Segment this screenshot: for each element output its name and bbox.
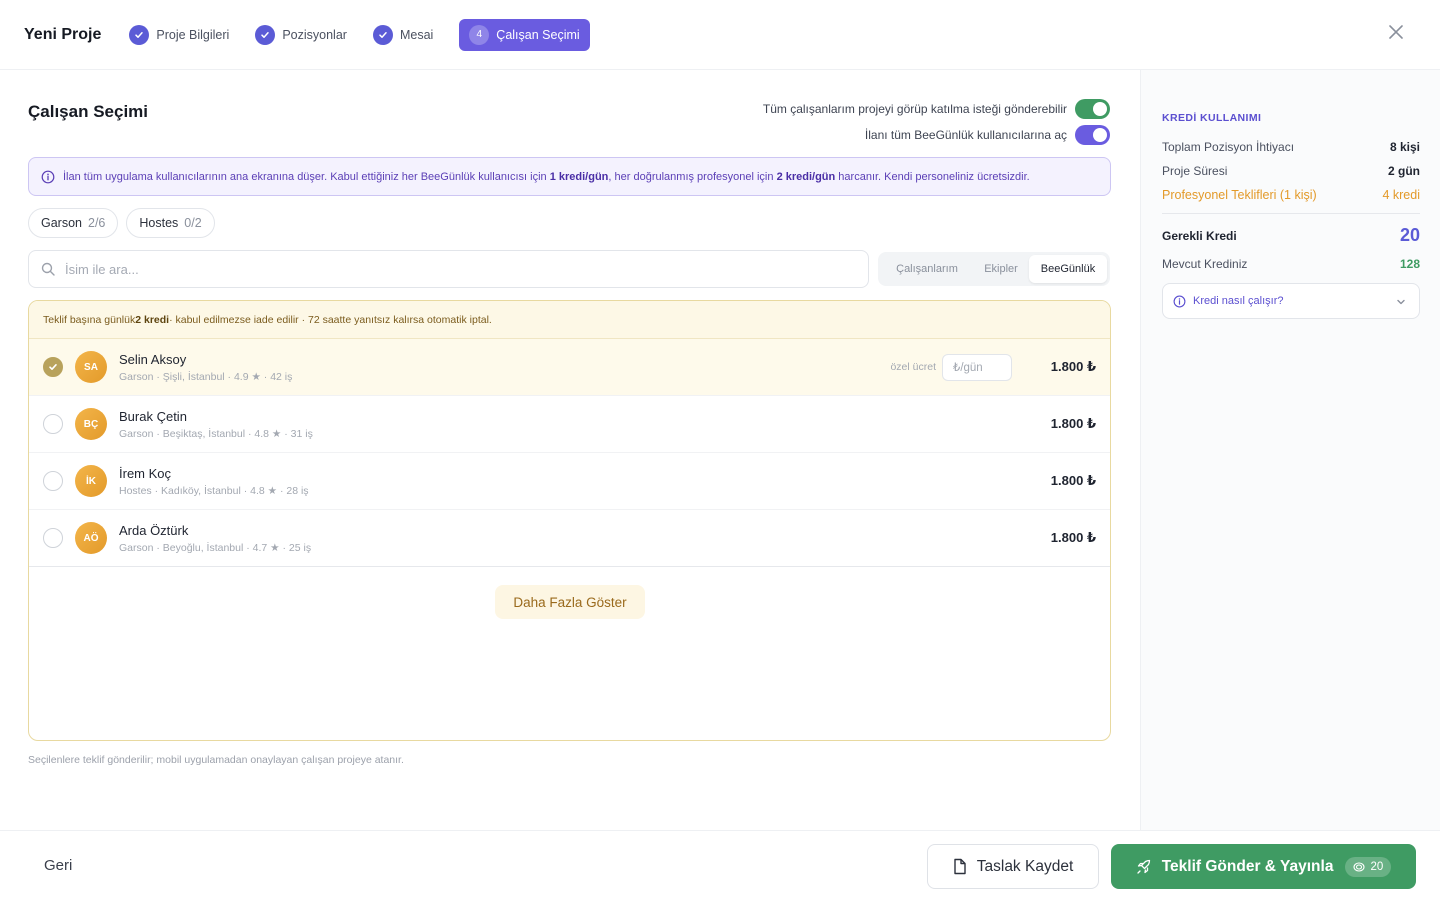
- step-label: Pozisyonlar: [282, 27, 347, 42]
- step-label: Mesai: [399, 27, 434, 42]
- toggle-public-listing[interactable]: [1075, 125, 1110, 145]
- employee-price: 1.800 ₺: [1050, 530, 1096, 545]
- avatar: BÇ: [75, 408, 107, 440]
- check-icon: [129, 24, 150, 45]
- save-draft-button[interactable]: Taslak Kaydet: [927, 844, 1099, 889]
- info-icon: [1173, 295, 1186, 308]
- employee-meta: Garson · Beyoğlu, İstanbul · 4.7 ★ · 25 …: [119, 541, 312, 554]
- divider: [1162, 213, 1420, 214]
- back-button[interactable]: Geri: [44, 857, 72, 874]
- toggle-label: Tüm çalışanlarım projeyi görüp katılma i…: [762, 102, 1067, 116]
- step-mesai[interactable]: Mesai: [372, 24, 434, 45]
- search-input[interactable]: İsim ile ara...: [28, 250, 869, 288]
- file-icon: [953, 858, 967, 875]
- toggle-row-employees: Tüm çalışanlarım projeyi görüp katılma i…: [763, 99, 1110, 119]
- current-credit-row: Mevcut Krediniz 128: [1162, 257, 1420, 271]
- section-title: Çalışan Seçimi: [28, 102, 149, 121]
- total-positions-row: Toplam Pozisyon İhtiyacı 8 kişi: [1162, 140, 1420, 154]
- credit-sidebar: KREDİ KULLANIMI Toplam Pozisyon İhtiyacı…: [1140, 70, 1440, 830]
- employee-name: İrem Koç: [119, 465, 172, 481]
- close-icon[interactable]: [1386, 22, 1406, 42]
- source-segmented-control: Çalışanlarım Ekipler BeeGünlük: [878, 252, 1110, 286]
- employee-name: Burak Çetin: [119, 408, 187, 424]
- select-checkbox[interactable]: [43, 471, 63, 491]
- show-more-button[interactable]: Daha Fazla Göster: [495, 585, 645, 619]
- custom-price: özel ücret ₺/gün: [890, 353, 1012, 381]
- credit-badge: 20: [1345, 856, 1392, 877]
- custom-price-input[interactable]: ₺/gün: [942, 353, 1012, 381]
- employee-meta: Hostes · Kadıköy, İstanbul · 4.8 ★ · 28 …: [119, 484, 309, 497]
- employee-name: Selin Aksoy: [119, 351, 187, 367]
- credit-notice: Teklif başına günlük 2 kredi · kabul edi…: [29, 301, 1110, 339]
- select-checkbox[interactable]: [43, 357, 63, 377]
- wizard-footer: Geri Taslak Kaydet Teklif Gönder & Yayın…: [0, 830, 1440, 900]
- toggle-row-public: İlanı tüm BeeGünlük kullanıcılarına aç: [865, 125, 1110, 145]
- publish-button[interactable]: Teklif Gönder & Yayınla 20: [1111, 844, 1416, 889]
- credit-howto-dropdown[interactable]: Kredi nasıl çalışır?: [1162, 283, 1420, 319]
- search-placeholder: İsim ile ara...: [65, 261, 139, 277]
- employee-price: 1.800 ₺: [1050, 473, 1096, 488]
- avatar: AÖ: [75, 522, 107, 554]
- toggle-label: İlanı tüm BeeGünlük kullanıcılarına aç: [864, 128, 1067, 142]
- tab-ekipler[interactable]: Ekipler: [973, 255, 1029, 283]
- step-proje-bilgileri[interactable]: Proje Bilgileri: [129, 24, 230, 45]
- wizard-header: Yeni Proje Proje Bilgileri Pozisyonlar M…: [0, 0, 1440, 70]
- employee-list: Teklif başına günlük 2 kredi · kabul edi…: [28, 300, 1111, 741]
- info-text: İlan tüm uygulama kullanıcılarının ana e…: [63, 170, 1030, 183]
- step-label: Çalışan Seçimi: [496, 27, 580, 42]
- draft-label: Taslak Kaydet: [976, 857, 1074, 875]
- footnote: Seçilenlere teklif gönderilir; mobil uyg…: [28, 754, 404, 766]
- sidebar-label: KREDİ KULLANIMI: [1162, 112, 1262, 124]
- select-checkbox[interactable]: [43, 528, 63, 548]
- step-calisan-secimi[interactable]: 4 Çalışan Seçimi: [459, 18, 590, 51]
- rocket-icon: [1136, 859, 1152, 875]
- employee-meta: Garson · Beşiktaş, İstanbul · 4.8 ★ · 31…: [119, 427, 313, 440]
- howto-label: Kredi nasıl çalışır?: [1193, 295, 1284, 307]
- chip-garson[interactable]: Garson 2/6: [28, 208, 119, 238]
- list-item[interactable]: BÇ Burak Çetin Garson · Beşiktaş, İstanbu…: [29, 396, 1110, 453]
- list-item[interactable]: İK İrem Koç Hostes · Kadıköy, İstanbul · …: [29, 453, 1110, 510]
- avatar: İK: [75, 465, 107, 497]
- search-icon: [41, 262, 55, 276]
- employee-name: Arda Öztürk: [119, 522, 189, 538]
- main-panel: Çalışan Seçimi Tüm çalışanlarım projeyi …: [0, 70, 1140, 830]
- required-credit-row: Gerekli Kredi 20: [1162, 225, 1420, 245]
- employee-meta: Garson · Şişli, İstanbul · 4.9 ★ · 42 iş: [119, 370, 293, 383]
- coin-icon: [1353, 861, 1366, 872]
- chevron-down-icon: [1395, 296, 1407, 308]
- chip-hostes[interactable]: Hostes 0/2: [126, 208, 215, 238]
- check-icon: [255, 24, 276, 45]
- info-icon: [41, 170, 55, 184]
- app-title: Yeni Proje: [24, 25, 102, 43]
- pro-offers-row: Profesyonel Teklifleri (1 kişi) 4 kredi: [1162, 188, 1420, 202]
- tab-calisanlarim[interactable]: Çalışanlarım: [881, 255, 973, 283]
- info-banner: İlan tüm uygulama kullanıcılarının ana e…: [28, 157, 1111, 196]
- select-checkbox[interactable]: [43, 414, 63, 434]
- employee-price: 1.800 ₺: [1050, 416, 1096, 431]
- avatar: SA: [75, 351, 107, 383]
- list-item[interactable]: SA Selin Aksoy Garson · Şişli, İstanbul ·…: [29, 339, 1110, 396]
- position-chips: Garson 2/6 Hostes 0/2: [28, 208, 215, 238]
- toggle-employees-visibility[interactable]: [1075, 99, 1110, 119]
- check-icon: [372, 24, 393, 45]
- publish-label: Teklif Gönder & Yayınla: [1161, 857, 1334, 875]
- step-pozisyonlar[interactable]: Pozisyonlar: [255, 24, 347, 45]
- step-number: 4: [469, 24, 490, 45]
- list-item[interactable]: AÖ Arda Öztürk Garson · Beyoğlu, İstanbul…: [29, 510, 1110, 567]
- tab-beegunluk[interactable]: BeeGünlük: [1029, 255, 1107, 283]
- employee-price: 1.800 ₺: [1050, 359, 1096, 374]
- duration-row: Proje Süresi 2 gün: [1162, 164, 1420, 178]
- step-label: Proje Bilgileri: [156, 27, 230, 42]
